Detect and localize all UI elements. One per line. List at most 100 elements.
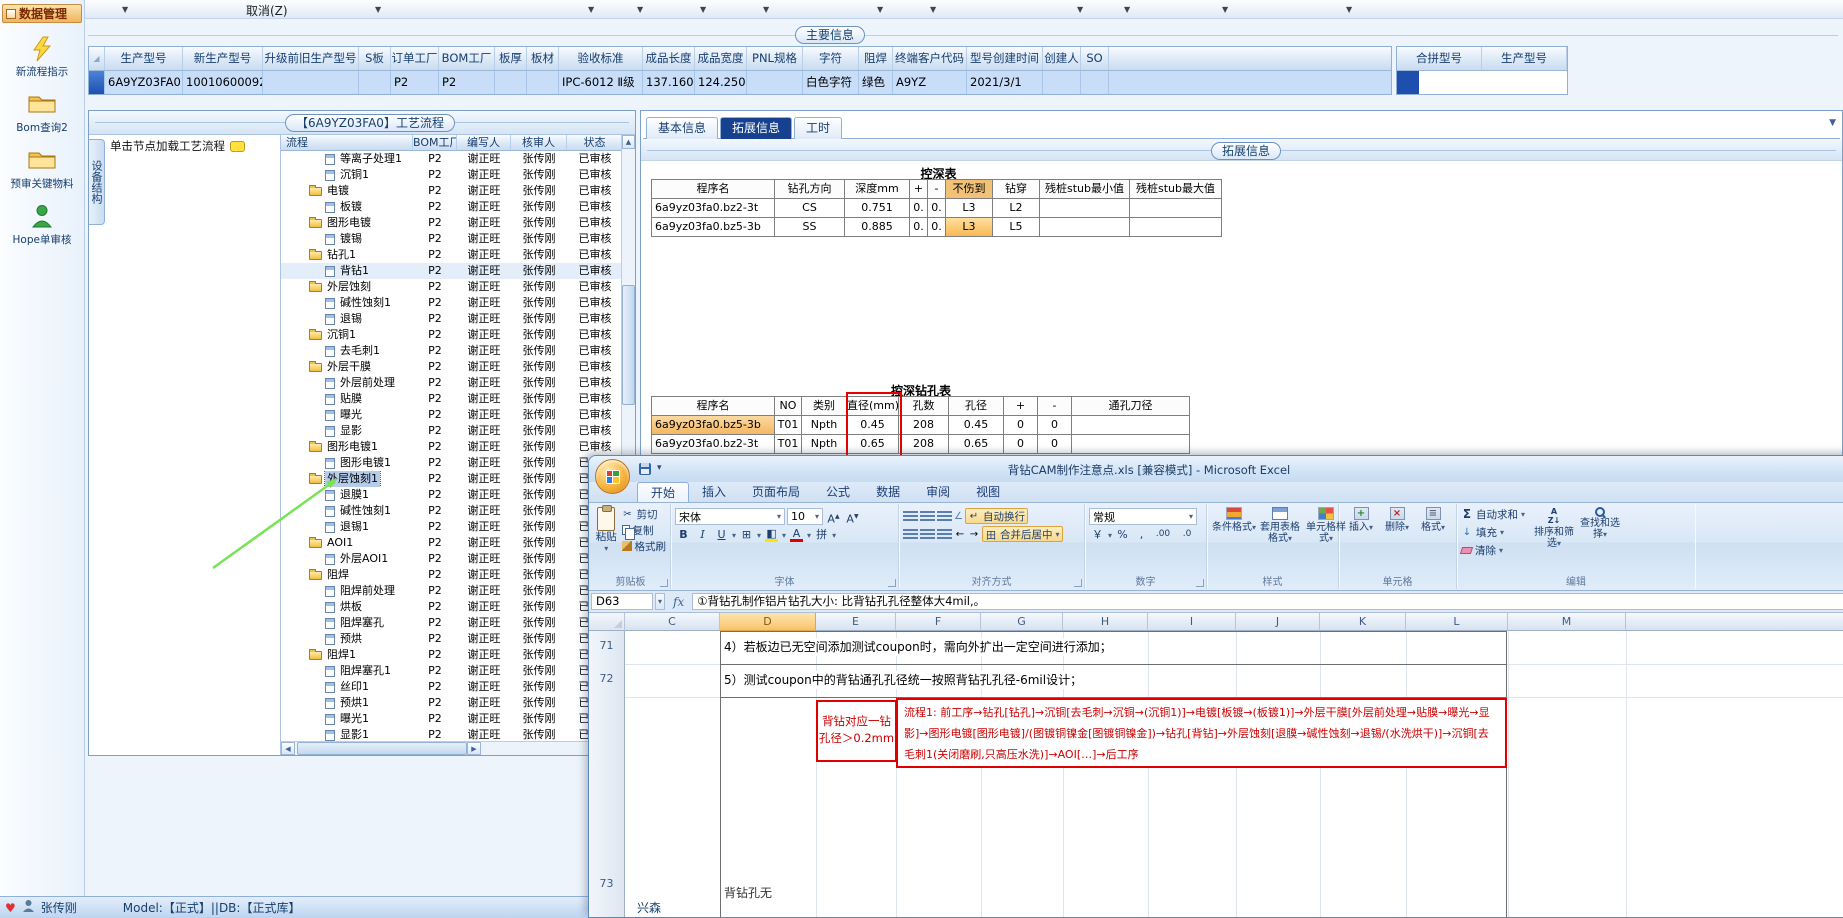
delete-cells-button[interactable]: × 删除▾ [1379,506,1415,576]
align-center-icon[interactable] [920,527,935,541]
column-header[interactable]: 创建人 [1043,47,1081,70]
column-header-D[interactable]: D [720,613,816,631]
chevron-down-icon[interactable]: ▾ [655,593,666,610]
clear-button[interactable]: 清除 ▾ [1459,542,1525,558]
decrease-indent-icon[interactable]: ← [954,529,966,540]
column-header-I[interactable]: I [1148,613,1236,631]
tree-row[interactable]: 等离子处理1 P2 谢正旺 张传刚 已审核 [281,151,623,167]
tree-row[interactable]: 碱性蚀刻1 P2 谢正旺 张传刚 已审核 [281,295,623,311]
cut-button[interactable]: ✂ 剪切 [622,506,667,522]
format-painter-button[interactable]: 格式刷 [621,538,666,554]
column-header[interactable]: 生产型号 [105,47,183,70]
column-header[interactable]: PNL规格 [747,47,803,70]
column-header-J[interactable]: J [1236,613,1320,631]
tree-row[interactable]: 镀锡 P2 谢正旺 张传刚 已审核 [281,231,623,247]
column-header[interactable]: 字符 [803,47,859,70]
align-middle-icon[interactable] [920,509,935,523]
chevron-down-icon[interactable]: ▾ [657,463,662,473]
horizontal-scrollbar[interactable]: ◀ ▶ [281,741,621,755]
tree-row[interactable]: 显影 P2 谢正旺 张传刚 已审核 [281,423,623,439]
dropdown-icon[interactable]: ▼ [375,5,381,14]
column-header[interactable]: BOM工厂 [439,47,495,70]
align-left-icon[interactable] [903,527,918,541]
save-icon[interactable] [639,463,651,475]
tree-row[interactable]: 预烘1P2谢正旺张传刚已审核 [281,695,623,711]
tree-row[interactable]: 烘板P2谢正旺张传刚已审核 [281,599,623,615]
dropdown-icon[interactable]: ▼ [763,5,769,14]
column-header[interactable]: 新生产型号 [183,47,263,70]
comma-style-button[interactable]: , [1133,527,1150,543]
autosum-button[interactable]: Σ 自动求和 ▾ [1461,506,1525,522]
decrease-decimal-button[interactable]: .0 [1176,527,1198,543]
table-row[interactable]: 6a9yz03fa0.bz5-3b SS 0.885 0. 0. L3 L5 [652,218,1222,237]
tree-row[interactable]: 沉铜1 P2 谢正旺 张传刚 已审核 [281,327,623,343]
column-header[interactable]: 订单工厂 [391,47,439,70]
table-row[interactable]: 6a9yz03fa0.bz2-3t T01 Npth 0.65 208 0.65 0 0 [652,435,1190,454]
column-header[interactable]: 板厚 [495,47,527,70]
tree-row[interactable]: 去毛刺1 P2 谢正旺 张传刚 已审核 [281,343,623,359]
dropdown-icon[interactable]: ▼ [930,5,936,14]
dialog-launcher-icon[interactable] [660,579,668,587]
conditional-formatting-button[interactable]: 条件格式▾ [1211,506,1257,576]
column-header[interactable]: 终端客户代码 [893,47,967,70]
tree-row[interactable]: 背钻1 P2 谢正旺 张传刚 已审核 [281,263,623,279]
column-header[interactable]: 成品宽度 [695,47,747,70]
ribbon-tab[interactable]: 审阅 [913,482,963,502]
bold-button[interactable]: B [675,527,692,543]
tree-row[interactable]: 图形电镀1P2谢正旺张传刚已审核 [281,455,623,471]
phonetic-button[interactable]: 拼 [813,527,830,543]
worksheet[interactable]: 71 72 73 4）若板边已无空间添加测试coupon时，需向外扩出一定空间进… [589,631,1843,917]
tree-row[interactable]: 阻焊P2谢正旺张传刚已审核 [281,567,623,583]
tree-row[interactable]: 贴膜 P2 谢正旺 张传刚 已审核 [281,391,623,407]
column-header-M[interactable]: M [1508,613,1626,631]
font-color-button[interactable]: A [788,527,805,543]
column-header[interactable]: S板 [359,47,391,70]
wrap-text-button[interactable]: ↵ 自动换行 [964,508,1028,524]
orientation-icon[interactable]: ∠ [954,511,963,522]
scroll-left-icon[interactable]: ◀ [281,742,295,755]
tree-row[interactable]: 退锡 P2 谢正旺 张传刚 已审核 [281,311,623,327]
tab-work-hours[interactable]: 工时 [794,117,843,139]
copy-button[interactable]: 复制 [621,522,667,540]
tree-row[interactable]: 显影1P2谢正旺张传刚已审核 [281,727,623,741]
table-row[interactable]: 6a9yz03fa0.bz2-3t CS 0.751 0. 0. L3 L2 [652,199,1222,218]
tree-row[interactable]: 外层AOI1P2谢正旺张传刚已审核 [281,551,623,567]
excel-title-bar[interactable]: ▾ 背钻CAM制作注意点.xls [兼容模式] - Microsoft Exce… [589,456,1843,494]
dropdown-icon[interactable]: ▼ [1346,5,1352,14]
ribbon-tab[interactable]: 视图 [963,482,1013,502]
ribbon-tab[interactable]: 公式 [813,482,863,502]
sidebar-item-3[interactable]: 预审关键物料 [0,148,84,191]
row-header[interactable]: 71 [589,639,624,652]
number-format-select[interactable]: 常规 ▾ [1089,508,1197,525]
tree-row[interactable]: 退膜1P2谢正旺张传刚已审核 [281,487,623,503]
sidebar-item-4[interactable]: Hope单审核 [0,204,84,247]
underline-button[interactable]: U [713,527,730,543]
borders-button[interactable]: ⊞ [738,527,755,543]
fill-color-button[interactable]: ◧ [763,527,780,543]
column-header-L[interactable]: L [1406,613,1508,631]
sort-filter-button[interactable]: A Z↓ 排序和筛选▾ [1531,506,1577,549]
column-header-K[interactable]: K [1320,613,1406,631]
sidebar-item-2[interactable]: Bom查询2 [0,92,84,135]
tree-row[interactable]: 板镀 P2 谢正旺 张传刚 已审核 [281,199,623,215]
column-header[interactable]: 生产型号 [1482,47,1567,70]
align-right-icon[interactable] [937,527,952,541]
column-header-G[interactable]: G [981,613,1063,631]
column-header[interactable]: 合拼型号 [1397,47,1482,70]
sidebar-header[interactable]: 数据管理 [2,4,82,23]
fill-button[interactable]: ↓ 填充 ▾ [1461,524,1525,540]
row-header[interactable]: 72 [589,672,624,685]
chevron-down-icon[interactable]: ▼ [1829,118,1836,128]
tree-row[interactable]: 阻焊塞孔1P2谢正旺张传刚已审核 [281,663,623,679]
percent-style-button[interactable]: % [1114,527,1131,543]
tree-row[interactable]: 图形电镀 P2 谢正旺 张传刚 已审核 [281,215,623,231]
dropdown-icon[interactable]: ▼ [1222,5,1228,14]
dropdown-icon[interactable]: ▼ [877,5,883,14]
column-header[interactable]: 成品长度 [643,47,695,70]
tree-row[interactable]: 电镀 P2 谢正旺 张传刚 已审核 [281,183,623,199]
tree-row[interactable]: 钻孔1 P2 谢正旺 张传刚 已审核 [281,247,623,263]
tree-row[interactable]: 外层干膜 P2 谢正旺 张传刚 已审核 [281,359,623,375]
paste-button[interactable]: 粘贴▾ [595,505,618,554]
dropdown-icon[interactable]: ▼ [588,5,594,14]
tab-basic-info[interactable]: 基本信息 [646,117,719,139]
